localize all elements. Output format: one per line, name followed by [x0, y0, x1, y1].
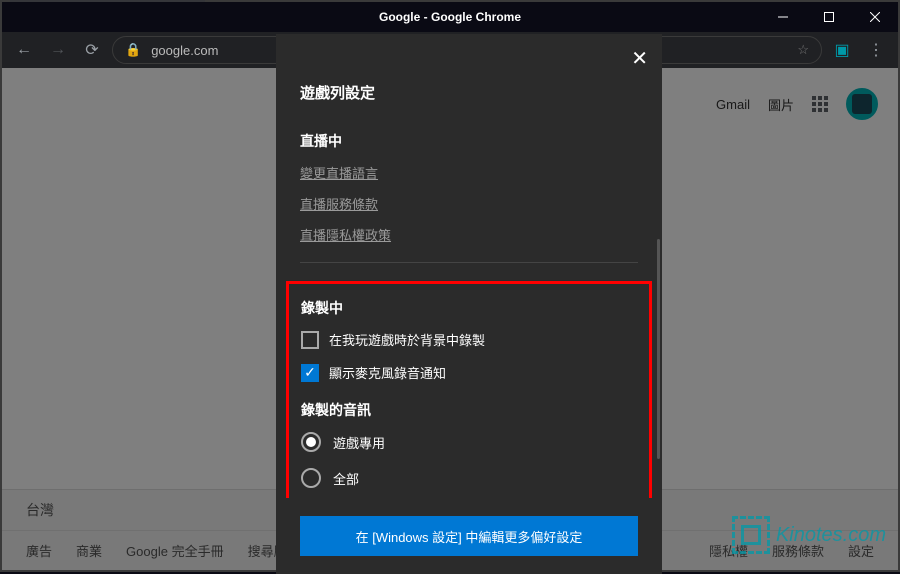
checkbox-checked-icon: ✓	[301, 364, 319, 382]
window-title: Google - Google Chrome	[379, 10, 521, 24]
radio-icon	[301, 468, 321, 488]
highlight-annotation: 錄製中 在我玩遊戲時於背景中錄製 ✓ 顯示麥克風錄音通知 錄製的音訊 遊戲專用 …	[286, 281, 652, 498]
minimize-button[interactable]	[760, 2, 806, 32]
radio-label: 遊戲專用	[333, 433, 385, 452]
url-text: google.com	[151, 43, 218, 58]
section-audio-title: 錄製的音訊	[301, 400, 637, 420]
link-change-language[interactable]: 變更直播語言	[300, 163, 638, 182]
radio-label: 全部	[333, 469, 359, 488]
checkbox-background-record[interactable]: 在我玩遊戲時於背景中錄製	[301, 330, 637, 349]
modal-title: 遊戲列設定	[276, 34, 662, 119]
section-broadcast-title: 直播中	[300, 131, 638, 151]
maximize-button[interactable]	[806, 2, 852, 32]
divider	[300, 262, 638, 263]
gamebar-settings-modal: ✕ 遊戲列設定 直播中 變更直播語言 直播服務條款 直播隱私權政策 錄製中 在我…	[276, 34, 662, 574]
modal-close-button[interactable]: ✕	[631, 46, 648, 71]
checkbox-label: 在我玩遊戲時於背景中錄製	[329, 330, 485, 349]
scrollbar-thumb[interactable]	[657, 239, 660, 459]
radio-game-only[interactable]: 遊戲專用	[301, 432, 637, 452]
radio-selected-icon	[301, 432, 321, 452]
close-window-button[interactable]	[852, 2, 898, 32]
section-recording-title: 錄製中	[301, 298, 637, 318]
back-button[interactable]: ←	[10, 36, 38, 64]
lock-icon: 🔒	[125, 42, 141, 58]
checkbox-mic-notify[interactable]: ✓ 顯示麥克風錄音通知	[301, 363, 637, 382]
extension-icon[interactable]: ▣	[828, 36, 856, 64]
star-icon[interactable]: ☆	[797, 42, 809, 58]
link-broadcast-terms[interactable]: 直播服務條款	[300, 194, 638, 213]
link-broadcast-privacy[interactable]: 直播隱私權政策	[300, 225, 638, 244]
window-titlebar: Google - Google Chrome	[2, 2, 898, 32]
menu-button[interactable]: ⋮	[862, 36, 890, 64]
reload-button[interactable]: ⟳	[78, 36, 106, 64]
checkbox-label: 顯示麥克風錄音通知	[329, 363, 446, 382]
checkbox-icon	[301, 331, 319, 349]
radio-all[interactable]: 全部	[301, 468, 637, 488]
forward-button[interactable]: →	[44, 36, 72, 64]
edit-in-windows-settings-button[interactable]: 在 [Windows 設定] 中編輯更多偏好設定	[300, 516, 638, 556]
